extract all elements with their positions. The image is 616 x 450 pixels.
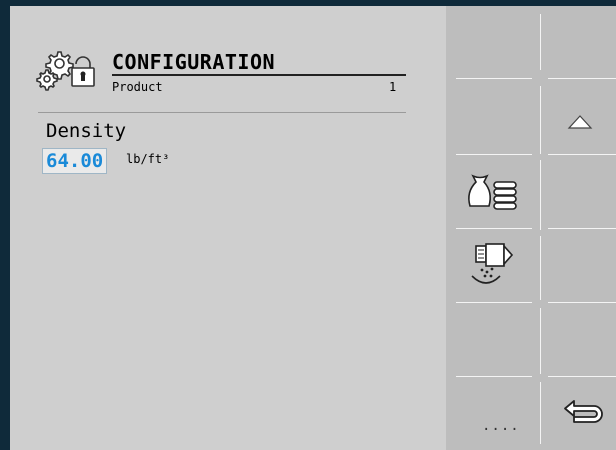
softkey-divider: [456, 154, 532, 155]
back-button[interactable]: [546, 384, 616, 444]
triangle-up-icon: [567, 115, 593, 129]
gear-lock-icon: [36, 51, 95, 91]
density-label: Density: [46, 120, 127, 142]
header-separator: [38, 112, 406, 113]
softkey-divider: [540, 236, 541, 300]
softkey-divider: [548, 228, 616, 229]
softkey-divider: [540, 14, 541, 70]
bag-stack-icon: [468, 174, 517, 210]
density-unit: lb/ft³: [126, 152, 170, 166]
softkey-divider: [540, 308, 541, 374]
left-border: [0, 0, 10, 450]
meter-flow-icon: [471, 243, 514, 284]
softkey-divider: [548, 78, 616, 79]
density-input[interactable]: 64.00: [42, 148, 108, 174]
softkey-divider: [548, 154, 616, 155]
softkey-divider: [540, 86, 541, 154]
softkey-divider: [548, 302, 616, 303]
metering-calibration-button[interactable]: [456, 236, 536, 298]
more-button[interactable]: ....: [482, 418, 520, 434]
product-label: Product: [112, 80, 163, 94]
softkey-divider: [540, 382, 541, 444]
softkey-divider: [456, 228, 532, 229]
scroll-up-button[interactable]: [546, 90, 616, 150]
softkey-divider: [540, 160, 541, 230]
softkey-divider: [456, 302, 532, 303]
softkey-divider: [456, 78, 532, 79]
softkey-divider: [548, 376, 616, 377]
product-bag-button[interactable]: [456, 162, 536, 224]
product-number: 1: [389, 80, 397, 94]
return-arrow-icon: [564, 400, 603, 423]
page-title: CONFIGURATION: [112, 50, 276, 74]
softkey-divider: [456, 376, 532, 377]
title-divider: [112, 74, 406, 76]
